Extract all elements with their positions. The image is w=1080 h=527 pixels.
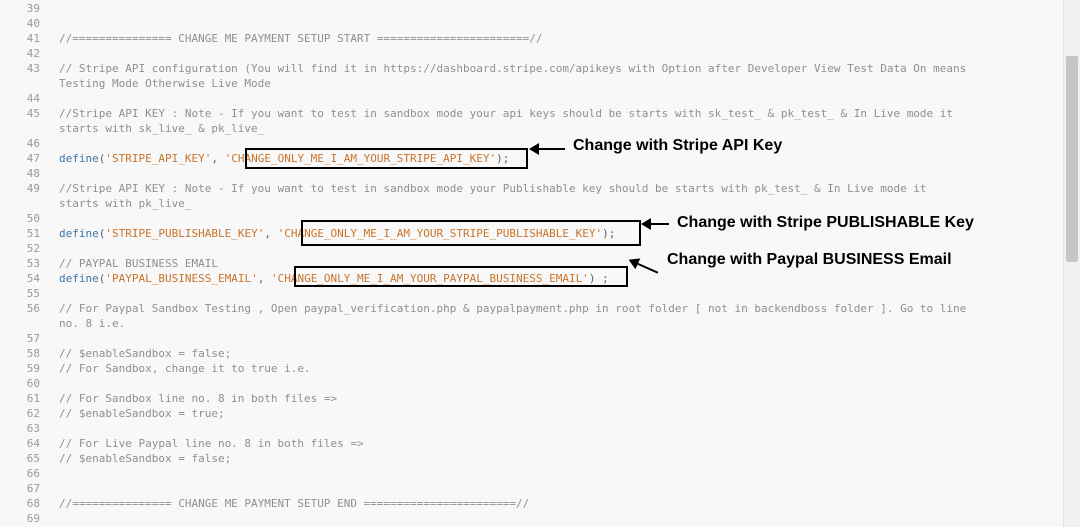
comment-text: //Stripe API KEY : Note - If you want to… xyxy=(59,107,954,120)
punctuation: , xyxy=(211,152,225,165)
stripe-api-key-highlight xyxy=(245,148,528,169)
line-number: 40 xyxy=(26,17,40,30)
line-number: 50 xyxy=(26,212,40,225)
comment-text: // For Sandbox, change it to true i.e. xyxy=(59,362,311,375)
comment-text: starts with pk_live_ xyxy=(59,197,192,210)
comment-text: // For Sandbox line no. 8 in both files … xyxy=(59,392,338,405)
comment-text: starts with sk_live_ & pk_live_ xyxy=(59,122,265,135)
comment-text: //Stripe API KEY : Note - If you want to… xyxy=(59,182,927,195)
string-literal: 'STRIPE_PUBLISHABLE_KEY' xyxy=(105,227,265,240)
paypal-business-email-arrow xyxy=(635,262,659,274)
code-editor[interactable]: 39 40 41 //=============== CHANGE ME PAYMEN… xyxy=(0,0,1064,527)
stripe-publishable-key-highlight xyxy=(301,220,641,246)
line-number: 65 xyxy=(26,452,40,465)
comment-text: // $enableSandbox = false; xyxy=(59,452,232,465)
line-number: 64 xyxy=(26,437,40,450)
line-number: 45 xyxy=(26,107,40,120)
stripe-publishable-key-callout: Change with Stripe PUBLISHABLE Key xyxy=(677,214,974,231)
comment-text: Testing Mode Otherwise Live Mode xyxy=(59,77,271,90)
scrollbar-thumb[interactable] xyxy=(1066,56,1078,262)
line-number: 68 xyxy=(26,497,40,510)
line-number: 69 xyxy=(26,512,40,525)
comment-text: // PAYPAL BUSINESS EMAIL xyxy=(59,257,218,270)
line-number: 53 xyxy=(26,257,40,270)
paypal-business-email-callout: Change with Paypal BUSINESS Email xyxy=(667,251,952,268)
line-number: 47 xyxy=(26,152,40,165)
punctuation: , xyxy=(257,272,271,285)
paypal-business-email-highlight xyxy=(294,266,628,287)
line-number: 39 xyxy=(26,2,40,15)
line-number: 54 xyxy=(26,272,40,285)
keyword: define xyxy=(59,227,99,240)
comment-text: //=============== CHANGE ME PAYMENT SETU… xyxy=(59,497,530,510)
comment-text: // $enableSandbox = true; xyxy=(59,407,225,420)
comment-text: no. 8 i.e. xyxy=(59,317,126,330)
keyword: define xyxy=(59,152,99,165)
line-number: 67 xyxy=(26,482,40,495)
line-number: 60 xyxy=(26,377,40,390)
line-number: 55 xyxy=(26,287,40,300)
comment-text: // For Live Paypal line no. 8 in both fi… xyxy=(59,437,364,450)
stripe-publishable-key-arrow xyxy=(641,218,669,230)
vertical-scrollbar[interactable] xyxy=(1063,0,1080,527)
line-number: 58 xyxy=(26,347,40,360)
line-number: 62 xyxy=(26,407,40,420)
line-number: 63 xyxy=(26,422,40,435)
string-literal: 'STRIPE_API_KEY' xyxy=(105,152,212,165)
comment-text: // Stripe API configuration (You will fi… xyxy=(59,62,967,75)
comment-text: //=============== CHANGE ME PAYMENT SETU… xyxy=(59,32,543,45)
comment-text: // For Paypal Sandbox Testing , Open pay… xyxy=(59,302,967,315)
string-literal: 'PAYPAL_BUSINESS_EMAIL' xyxy=(105,272,258,285)
line-number: 66 xyxy=(26,467,40,480)
keyword: define xyxy=(59,272,99,285)
comment-text: // $enableSandbox = false; xyxy=(59,347,232,360)
line-number: 44 xyxy=(26,92,40,105)
line-number: 46 xyxy=(26,137,40,150)
line-number: 57 xyxy=(26,332,40,345)
line-number: 42 xyxy=(26,47,40,60)
line-number: 48 xyxy=(26,167,40,180)
line-number: 51 xyxy=(26,227,40,240)
line-number: 59 xyxy=(26,362,40,375)
stripe-api-key-callout: Change with Stripe API Key xyxy=(573,137,783,154)
line-number: 43 xyxy=(26,62,40,75)
stripe-api-key-arrow xyxy=(529,143,565,155)
line-number: 61 xyxy=(26,392,40,405)
line-number: 41 xyxy=(26,32,40,45)
punctuation: , xyxy=(264,227,278,240)
line-number: 49 xyxy=(26,182,40,195)
line-number: 56 xyxy=(26,302,40,315)
line-number: 52 xyxy=(26,242,40,255)
